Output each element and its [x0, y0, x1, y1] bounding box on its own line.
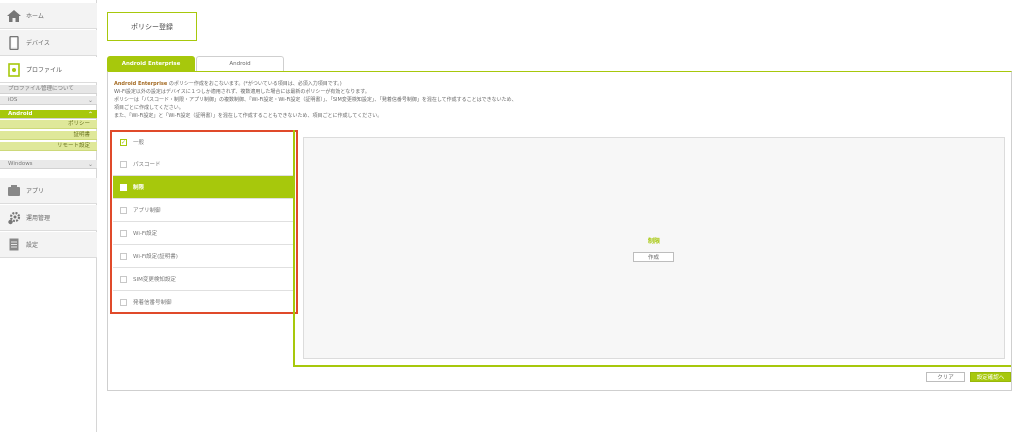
sidebar-android-remote-settings[interactable]: リモート設定 — [0, 142, 97, 151]
checkbox[interactable] — [120, 160, 127, 168]
gear-icon — [6, 211, 22, 225]
description-line-2: Wi-Fi設定以外の設定はデバイスに１つしか適用されず、複数適用した場合には最新… — [114, 89, 370, 95]
nav-home-label: ホーム — [26, 13, 44, 20]
policy-description: Android Enterprise のポリシー作成をおこないます。(*がついて… — [114, 80, 994, 120]
policy-item-sim-change[interactable]: SIM変更検知設定 — [113, 268, 293, 291]
page-title: ポリシー登録 — [107, 12, 197, 41]
policy-item-wifi[interactable]: Wi-Fi設定 — [113, 222, 293, 245]
nav-apps-label: アプリ — [26, 188, 45, 195]
checkbox[interactable] — [120, 298, 127, 306]
apps-icon — [6, 184, 22, 198]
sidebar-os-android[interactable]: Android ⌃ — [0, 110, 97, 119]
policy-detail-area — [303, 137, 1005, 359]
document-icon — [6, 238, 22, 252]
sidebar-os-android-label: Android — [8, 111, 33, 117]
policy-item-label: アプリ制御 — [133, 208, 161, 214]
policy-item-passcode[interactable]: パスコード — [113, 153, 293, 176]
description-line-1-text: のポリシー作成をおこないます。(*がついている項目は、必須入力項目です。) — [167, 81, 342, 87]
description-highlight: Android Enterprise — [114, 81, 168, 87]
nav-operations[interactable]: 運用管理 — [0, 205, 97, 231]
sidebar-os-windows[interactable]: Windows ⌄ — [0, 160, 97, 169]
policy-item-label: 一般 — [133, 140, 145, 146]
nav-home[interactable]: ホーム — [0, 3, 97, 29]
nav-settings[interactable]: 設定 — [0, 232, 97, 258]
policy-item-general[interactable]: ✓ 一般 — [113, 131, 293, 154]
profile-icon — [6, 62, 22, 77]
policy-item-label: Wi-Fi設定(証明書) — [133, 254, 178, 260]
policy-item-app-control[interactable]: アプリ制御 — [113, 199, 293, 222]
checkbox[interactable] — [120, 252, 127, 260]
sidebar: ホーム デバイス プロファイル プロファイル管理について iOS ⌄ Andro… — [0, 0, 97, 432]
chevron-up-icon: ⌃ — [87, 111, 93, 118]
chevron-down-icon: ⌄ — [87, 161, 93, 168]
checkbox-checked[interactable]: ✓ — [120, 138, 127, 146]
nav-apps[interactable]: アプリ — [0, 178, 97, 204]
policy-item-wifi-certificate[interactable]: Wi-Fi設定(証明書) — [113, 245, 293, 268]
create-button[interactable]: 作成 — [633, 252, 674, 262]
nav-devices-label: デバイス — [26, 40, 50, 47]
policy-item-label: 発着信番号制御 — [133, 300, 172, 306]
policy-item-label: パスコード — [133, 162, 161, 168]
home-icon — [6, 9, 22, 23]
chevron-down-icon: ⌄ — [87, 97, 93, 104]
sidebar-os-windows-label: Windows — [8, 161, 33, 167]
description-line-3: ポリシーは「パスコード・制限・アプリ制御」の複数制御、「Wi-Fi設定・Wi-F… — [114, 97, 517, 103]
sidebar-android-certificate[interactable]: 証明書 — [0, 131, 97, 140]
policy-detail-title: 制限 — [647, 238, 660, 245]
tab-android[interactable]: Android — [196, 56, 284, 71]
description-line-5: また、「Wi-Fi設定」と「Wi-Fi設定（証明書）」を混在して作成することもで… — [114, 113, 383, 119]
nav-settings-label: 設定 — [26, 242, 39, 249]
checkbox[interactable] — [120, 275, 127, 283]
nav-devices[interactable]: デバイス — [0, 30, 97, 56]
policy-item-call-control[interactable]: 発着信番号制御 — [113, 291, 293, 314]
device-icon — [6, 35, 22, 50]
policy-item-label: SIM変更検知設定 — [133, 277, 176, 283]
confirm-settings-button[interactable]: 設定確認へ — [970, 372, 1011, 382]
checkbox[interactable] — [120, 206, 127, 214]
clear-button[interactable]: クリア — [926, 372, 965, 382]
nav-profile-label: プロファイル — [26, 67, 63, 74]
sidebar-os-ios-label: iOS — [8, 97, 18, 103]
sidebar-android-policy[interactable]: ポリシー — [0, 120, 97, 129]
nav-operations-label: 運用管理 — [26, 215, 51, 222]
policy-item-restriction[interactable]: 制限 — [113, 176, 293, 199]
checkbox[interactable] — [120, 229, 127, 237]
sidebar-profile-management[interactable]: プロファイル管理について — [0, 85, 97, 94]
nav-profile[interactable]: プロファイル — [0, 57, 97, 83]
tab-android-enterprise[interactable]: Android Enterprise — [107, 56, 195, 71]
checkbox[interactable] — [120, 183, 127, 191]
policy-item-label: Wi-Fi設定 — [133, 231, 158, 237]
sidebar-os-ios[interactable]: iOS ⌄ — [0, 96, 97, 105]
description-line-1: Android Enterprise のポリシー作成をおこないます。(*がついて… — [114, 80, 994, 88]
policy-item-label: 制限 — [133, 185, 145, 191]
description-line-4: 項目ごとに作成してください。 — [114, 105, 184, 111]
